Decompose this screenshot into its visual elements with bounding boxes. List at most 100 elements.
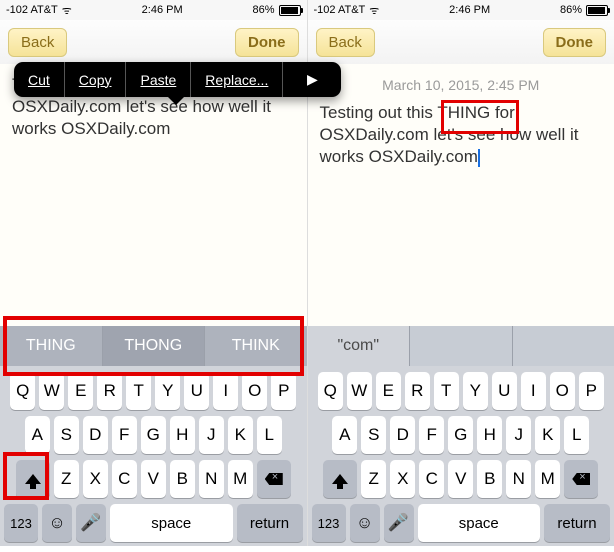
return-key[interactable]: return — [544, 504, 610, 542]
key-k[interactable]: K — [228, 416, 253, 454]
numbers-key[interactable]: 123 — [4, 504, 38, 542]
key-d[interactable]: D — [390, 416, 415, 454]
shift-icon — [25, 474, 41, 484]
note-text-pre: Testing out this — [320, 103, 438, 122]
key-q[interactable]: Q — [318, 372, 343, 410]
backspace-key[interactable] — [564, 460, 598, 498]
key-l[interactable]: L — [257, 416, 282, 454]
suggestion-bar: "com" — [308, 326, 614, 366]
paste-menuitem[interactable]: Paste — [126, 62, 191, 97]
note-body[interactable]: March 10, 2015, 2:45 PM Testing out this… — [308, 64, 614, 326]
back-button[interactable]: Back — [8, 28, 67, 57]
key-m[interactable]: M — [228, 460, 253, 498]
emoji-key[interactable]: ☺ — [350, 504, 380, 542]
key-h[interactable]: H — [477, 416, 502, 454]
dictation-key[interactable]: 🎤 — [384, 504, 414, 542]
key-l[interactable]: L — [564, 416, 589, 454]
key-e[interactable]: E — [68, 372, 93, 410]
phone-right: -102 AT&T ᯤ 2:46 PM 86% Back Done March … — [308, 0, 614, 546]
suggestion-2[interactable]: THONG — [103, 326, 206, 366]
key-f[interactable]: F — [419, 416, 444, 454]
key-t[interactable]: T — [126, 372, 151, 410]
key-r[interactable]: R — [97, 372, 122, 410]
key-z[interactable]: Z — [54, 460, 79, 498]
key-a[interactable]: A — [25, 416, 50, 454]
key-y[interactable]: Y — [155, 372, 180, 410]
key-n[interactable]: N — [506, 460, 531, 498]
wifi-icon: ᯤ — [62, 3, 72, 18]
backspace-icon — [572, 473, 590, 485]
key-w[interactable]: W — [39, 372, 64, 410]
note-body[interactable]: Testing out this thing for OSXDaily.com … — [0, 64, 307, 326]
battery-pct: 86% — [560, 4, 582, 16]
key-e[interactable]: E — [376, 372, 401, 410]
keyboard: THING THONG THINK Q W E R T Y U I O P A … — [0, 326, 307, 546]
key-i[interactable]: I — [521, 372, 546, 410]
key-j[interactable]: J — [199, 416, 224, 454]
key-b[interactable]: B — [170, 460, 195, 498]
key-g[interactable]: G — [141, 416, 166, 454]
key-r[interactable]: R — [405, 372, 430, 410]
key-u[interactable]: U — [184, 372, 209, 410]
key-d[interactable]: D — [83, 416, 108, 454]
shift-key[interactable] — [323, 460, 357, 498]
battery-icon — [586, 5, 608, 16]
clock: 2:46 PM — [142, 4, 183, 16]
key-p[interactable]: P — [271, 372, 296, 410]
suggestion-3[interactable]: THINK — [205, 326, 307, 366]
key-g[interactable]: G — [448, 416, 473, 454]
status-bar: -102 AT&T ᯤ 2:46 PM 86% — [308, 0, 614, 20]
key-b[interactable]: B — [477, 460, 502, 498]
key-a[interactable]: A — [332, 416, 357, 454]
replace-menuitem[interactable]: Replace... — [191, 62, 283, 97]
key-p[interactable]: P — [579, 372, 604, 410]
more-menuitem[interactable]: ▶ — [283, 62, 341, 97]
key-i[interactable]: I — [213, 372, 238, 410]
key-w[interactable]: W — [347, 372, 372, 410]
copy-menuitem[interactable]: Copy — [65, 62, 127, 97]
key-x[interactable]: X — [83, 460, 108, 498]
suggestion-2[interactable] — [410, 326, 513, 366]
return-key[interactable]: return — [237, 504, 303, 542]
dictation-key[interactable]: 🎤 — [76, 504, 106, 542]
key-m[interactable]: M — [535, 460, 560, 498]
key-n[interactable]: N — [199, 460, 224, 498]
key-c[interactable]: C — [112, 460, 137, 498]
backspace-key[interactable] — [257, 460, 291, 498]
done-button[interactable]: Done — [543, 28, 607, 57]
numbers-key[interactable]: 123 — [312, 504, 346, 542]
phone-left: -102 AT&T ᯤ 2:46 PM 86% Back Done Cut Co… — [0, 0, 308, 546]
key-row-3: Z X C V B N M — [312, 460, 611, 498]
key-y[interactable]: Y — [463, 372, 488, 410]
key-h[interactable]: H — [170, 416, 195, 454]
shift-icon — [332, 474, 348, 484]
key-row-4: 123 ☺ 🎤 space return — [312, 504, 611, 542]
signal-text: -102 AT&T — [314, 4, 366, 16]
key-s[interactable]: S — [361, 416, 386, 454]
key-f[interactable]: F — [112, 416, 137, 454]
key-o[interactable]: O — [242, 372, 267, 410]
suggestion-1[interactable]: "com" — [308, 326, 411, 366]
shift-key[interactable] — [16, 460, 50, 498]
space-key[interactable]: space — [110, 504, 233, 542]
key-v[interactable]: V — [141, 460, 166, 498]
key-u[interactable]: U — [492, 372, 517, 410]
cut-menuitem[interactable]: Cut — [14, 62, 65, 97]
key-t[interactable]: T — [434, 372, 459, 410]
space-key[interactable]: space — [418, 504, 541, 542]
key-s[interactable]: S — [54, 416, 79, 454]
key-q[interactable]: Q — [10, 372, 35, 410]
suggestion-3[interactable] — [513, 326, 614, 366]
key-c[interactable]: C — [419, 460, 444, 498]
key-j[interactable]: J — [506, 416, 531, 454]
key-v[interactable]: V — [448, 460, 473, 498]
key-k[interactable]: K — [535, 416, 560, 454]
done-button[interactable]: Done — [235, 28, 299, 57]
suggestion-1[interactable]: THING — [0, 326, 103, 366]
key-x[interactable]: X — [390, 460, 415, 498]
clock: 2:46 PM — [449, 4, 490, 16]
emoji-key[interactable]: ☺ — [42, 504, 72, 542]
key-z[interactable]: Z — [361, 460, 386, 498]
back-button[interactable]: Back — [316, 28, 375, 57]
key-o[interactable]: O — [550, 372, 575, 410]
